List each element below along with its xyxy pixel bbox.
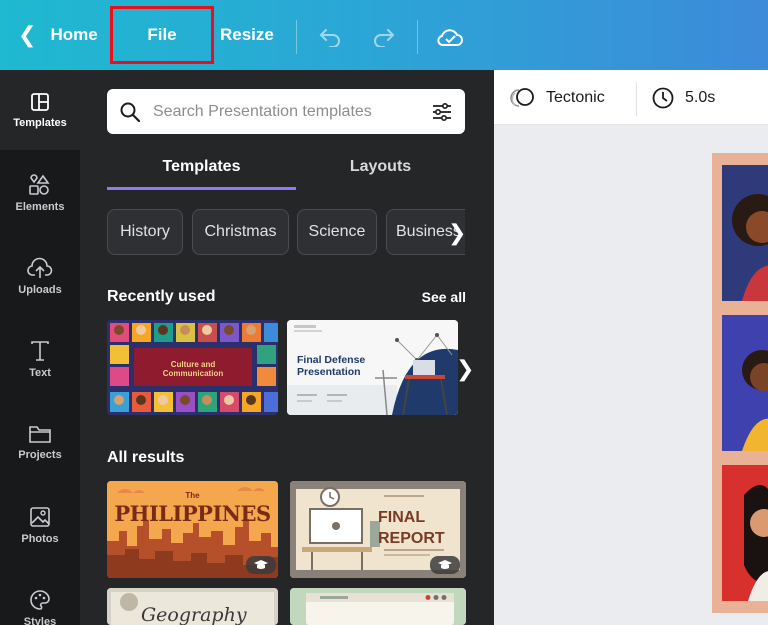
- portrait-image: [722, 165, 768, 301]
- panel-tabs: Templates Layouts: [107, 150, 465, 190]
- rail-styles[interactable]: Styles: [0, 568, 80, 625]
- chevron-right-icon[interactable]: ❯: [448, 220, 466, 246]
- animation-button[interactable]: Tectonic: [510, 70, 605, 125]
- slide-page[interactable]: [712, 153, 768, 613]
- templates-panel: Templates Layouts History Christmas Scie…: [80, 70, 494, 625]
- chevron-right-icon[interactable]: ❯: [456, 356, 474, 382]
- divider: [296, 20, 297, 54]
- home-button[interactable]: ❮ Home: [18, 0, 98, 70]
- rail-photos[interactable]: Photos: [0, 485, 80, 565]
- rail-label: Photos: [21, 532, 59, 545]
- portrait-image: [722, 315, 768, 451]
- side-rail: Templates Elements Uploads Text Projects…: [0, 70, 80, 625]
- font-name: Tectonic: [546, 88, 605, 106]
- divider: [636, 82, 637, 116]
- thumbnail-title: Final Defense Presentation: [297, 354, 365, 378]
- design-canvas[interactable]: [494, 125, 768, 625]
- thumbnail-kicker: The: [185, 491, 200, 500]
- projects-icon: [29, 425, 51, 443]
- duration-button[interactable]: 5.0s: [651, 70, 715, 125]
- rail-elements[interactable]: Elements: [0, 153, 80, 233]
- result-template-geography[interactable]: Geography: [107, 588, 278, 625]
- elements-icon: [29, 173, 50, 195]
- clock-icon: [652, 87, 674, 108]
- photos-icon: [30, 506, 50, 527]
- rail-templates[interactable]: Templates: [0, 70, 80, 150]
- rail-projects[interactable]: Projects: [0, 402, 80, 482]
- uploads-icon: [27, 257, 53, 278]
- chip-christmas[interactable]: Christmas: [192, 209, 289, 255]
- search-input[interactable]: [153, 102, 431, 121]
- result-template-lesson[interactable]: [290, 588, 466, 625]
- thumbnail-title-line: REPORT: [378, 530, 445, 547]
- recently-used-heading: Recently used: [107, 288, 216, 305]
- template-thumbnail: [290, 588, 466, 625]
- resize-button[interactable]: Resize: [220, 0, 274, 70]
- category-chips: History Christmas Science Business: [107, 209, 465, 255]
- file-menu-button[interactable]: File: [110, 6, 214, 64]
- result-template-final-report[interactable]: FINAL REPORT: [290, 481, 466, 578]
- thumbnail-title-line: Final Defense: [297, 354, 366, 366]
- thumbnail-title-line: FINAL: [378, 509, 426, 526]
- home-label: Home: [50, 25, 98, 44]
- animation-icon: [510, 87, 534, 107]
- cloud-saved-icon[interactable]: [433, 20, 467, 54]
- all-results-heading: All results: [107, 449, 185, 466]
- file-label: File: [147, 25, 177, 44]
- filter-icon[interactable]: [431, 102, 453, 122]
- editor-toolbar: Tectonic 5.0s: [494, 70, 768, 125]
- thumbnail-title-line: Communication: [162, 369, 224, 378]
- tab-templates[interactable]: Templates: [107, 150, 296, 190]
- rail-label: Elements: [15, 200, 65, 213]
- canva-editor: ❮ Home File Resize Templates Elements Up…: [0, 0, 768, 625]
- templates-icon: [31, 92, 49, 111]
- rail-uploads[interactable]: Uploads: [0, 236, 80, 316]
- thumbnail-title: PHILIPPINES: [114, 501, 271, 526]
- portrait-image: [722, 465, 768, 601]
- divider: [417, 20, 418, 54]
- rail-label: Projects: [18, 448, 62, 461]
- thumbnail-title: Culture and Communication: [134, 360, 252, 378]
- thumbnail-title: Geography: [141, 604, 247, 625]
- rail-label: Templates: [13, 116, 67, 129]
- tab-layouts[interactable]: Layouts: [296, 150, 465, 190]
- education-badge-icon: [246, 556, 276, 574]
- thumbnail-title-line: Culture and: [170, 360, 216, 369]
- rail-label: Styles: [23, 615, 57, 625]
- education-badge-icon: [430, 556, 460, 574]
- thumbnail-title: FINAL REPORT: [378, 507, 445, 549]
- rail-label: Uploads: [18, 283, 62, 296]
- recent-template-culture[interactable]: Culture and Communication: [107, 320, 278, 415]
- thumbnail-title-line: Presentation: [297, 366, 361, 378]
- top-bar: ❮ Home File Resize: [0, 0, 768, 70]
- undo-icon[interactable]: [313, 20, 347, 54]
- chip-science[interactable]: Science: [297, 209, 377, 255]
- recent-template-final-defense[interactable]: Final Defense Presentation: [287, 320, 458, 415]
- rail-label: Text: [29, 366, 51, 379]
- rail-text[interactable]: Text: [0, 319, 80, 399]
- redo-icon[interactable]: [367, 20, 401, 54]
- result-template-philippines[interactable]: The PHILIPPINES: [107, 481, 278, 578]
- search-icon: [120, 102, 141, 122]
- resize-label: Resize: [220, 25, 274, 44]
- chevron-left-icon: ❮: [18, 22, 37, 47]
- see-all-link[interactable]: See all: [422, 289, 466, 305]
- chip-history[interactable]: History: [107, 209, 183, 255]
- duration-value: 5.0s: [685, 88, 716, 106]
- text-icon: [31, 340, 49, 361]
- search-box[interactable]: [107, 89, 465, 134]
- styles-icon: [30, 589, 50, 610]
